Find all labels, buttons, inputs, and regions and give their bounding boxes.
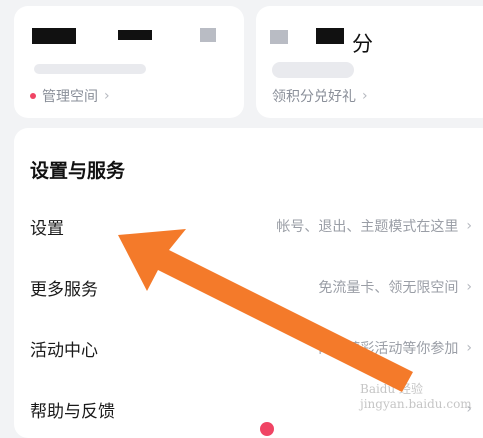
redacted-block [118,30,152,40]
manage-space-label: 管理空间 [42,89,98,105]
row-label: 帮助与反馈 [30,401,115,422]
row-hint: 网盘精彩活动等你参加 [318,341,459,357]
redacted-block [32,28,76,44]
redacted-block [316,28,344,44]
row-label: 设置 [30,218,64,239]
points-suffix: 分 [352,32,373,56]
row-hint: 免流量卡、领无限空间 [318,280,459,296]
row-label: 更多服务 [30,279,98,300]
redacted-block [200,28,216,42]
chevron-right-icon: › [362,88,368,104]
baidu-jingyan-watermark: Baidu 经验 jingyan.baidu.com [360,382,472,411]
redacted-block [270,30,288,44]
activity-center-row[interactable]: 活动中心 网盘精彩活动等你参加 › [14,320,472,376]
chevron-right-icon: › [466,218,472,234]
status-dot-icon [30,93,36,99]
manage-space-link[interactable]: 管理空间 › [30,86,110,106]
more-services-row[interactable]: 更多服务 免流量卡、领无限空间 › [14,259,472,315]
redeem-points-link[interactable]: 领积分兑好礼 › [272,86,368,106]
storage-card[interactable]: 管理空间 › [14,6,244,118]
blurred-progress [34,64,146,74]
row-hint: 帐号、退出、主题模式在这里 [276,219,459,235]
points-card[interactable]: 分 领积分兑好礼 › [256,6,483,118]
settings-row[interactable]: 设置 帐号、退出、主题模式在这里 › [14,198,472,254]
redeem-points-label: 领积分兑好礼 [272,89,356,105]
chevron-right-icon: › [466,279,472,295]
chevron-right-icon: › [466,340,472,356]
section-title: 设置与服务 [30,160,126,182]
chevron-right-icon: › [104,88,110,104]
notification-badge-icon [260,422,274,436]
blurred-value [272,62,354,78]
row-label: 活动中心 [30,340,98,361]
